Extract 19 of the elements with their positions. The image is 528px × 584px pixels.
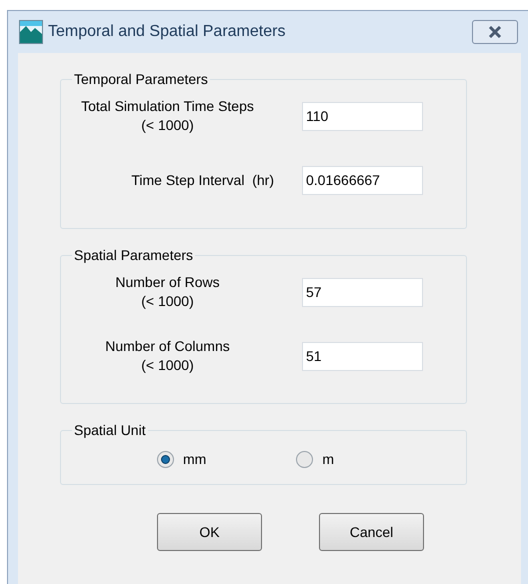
field-hint: (< 1000) [141, 292, 194, 311]
input-field[interactable]: 0.01666667 [302, 166, 423, 194]
dialog-button[interactable]: Cancel [319, 513, 424, 551]
dialog-button[interactable]: OK [157, 513, 262, 551]
input-field[interactable]: 57 [302, 278, 423, 306]
field-label: Number of Rows [115, 273, 220, 292]
close-icon [488, 26, 502, 38]
radio-button[interactable]: m [296, 449, 334, 470]
window-title: Temporal and Spatial Parameters [48, 22, 286, 42]
app-icon [19, 20, 43, 44]
field-label: Number of Columns [105, 337, 230, 356]
close-button[interactable] [472, 20, 518, 44]
field-hint: (< 1000) [141, 116, 194, 135]
field-hint: (< 1000) [141, 356, 194, 375]
field-label: Total Simulation Time Steps [81, 97, 254, 116]
input-field[interactable]: 110 [302, 102, 423, 130]
field-label: Time Step Interval (hr) [131, 170, 274, 190]
radio-button[interactable]: mm [157, 449, 206, 470]
input-field[interactable]: 51 [302, 342, 423, 370]
